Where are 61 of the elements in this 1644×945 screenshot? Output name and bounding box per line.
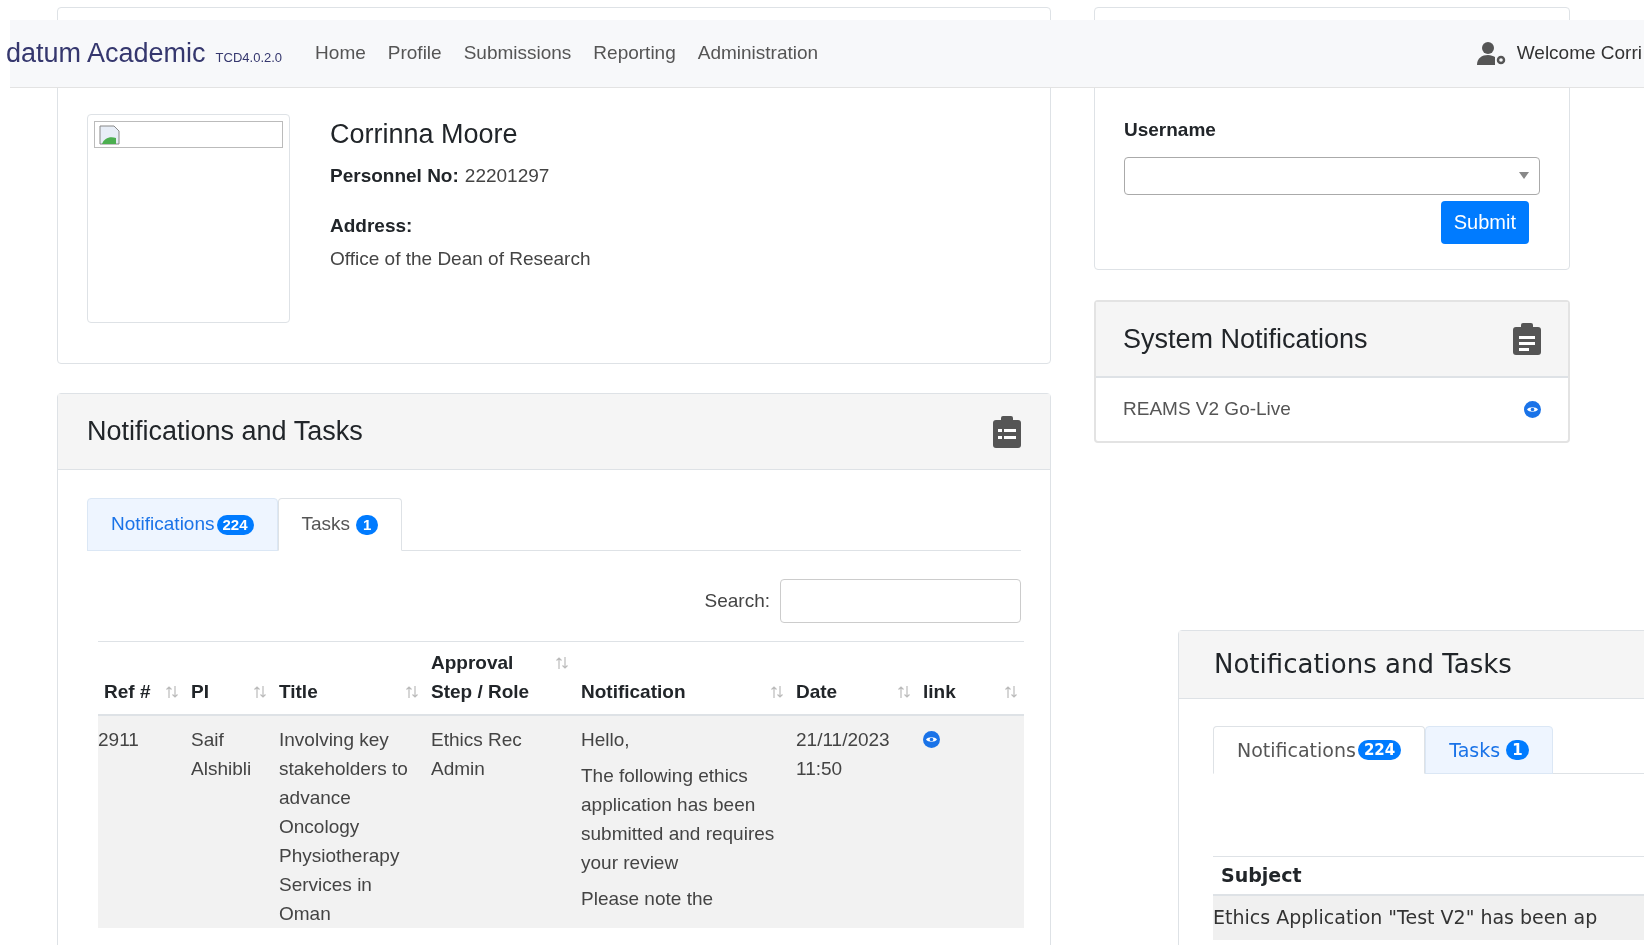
search-label: Search: xyxy=(704,588,770,613)
column-header[interactable]: Subject xyxy=(1221,864,1302,886)
count-badge: 1 xyxy=(1506,740,1529,760)
address-text: Office of the Dean of Research xyxy=(330,246,591,271)
sort-icon[interactable] xyxy=(253,685,267,699)
tab[interactable]: Tasks 1 xyxy=(277,498,403,551)
clipboard-list-icon xyxy=(993,415,1021,448)
view-icon[interactable] xyxy=(923,731,940,748)
nav-link[interactable]: Home xyxy=(315,39,366,68)
column-header[interactable]: Approval Step / Role xyxy=(431,648,555,706)
submit-button[interactable]: Submit xyxy=(1440,200,1529,244)
tab[interactable]: Notifications 224 xyxy=(87,498,278,551)
column-header[interactable]: Notification xyxy=(581,677,686,706)
notification-text: The following ethics application has been submitted and requires your review xyxy=(581,764,776,875)
username-select[interactable] xyxy=(1124,156,1540,195)
brand-title[interactable]: datum Academic xyxy=(6,33,206,74)
sort-icon[interactable] xyxy=(1004,685,1018,699)
version-label: TCD4.0.2.0 xyxy=(215,48,283,67)
search-field[interactable] xyxy=(780,579,1021,623)
table-cell-text: 21/11/2023 11:50 xyxy=(796,728,891,781)
personnel-label: Personnel No: xyxy=(330,163,459,188)
sort-icon[interactable] xyxy=(405,685,419,699)
card-title: Notifications and Tasks xyxy=(87,415,363,449)
table-cell-text: 2911 xyxy=(98,728,140,752)
notification-text: Hello, xyxy=(581,728,631,752)
sort-icon[interactable] xyxy=(770,685,784,699)
table-cell-text: Ethics Rec Admin xyxy=(431,728,523,781)
count-badge: 224 xyxy=(216,514,254,535)
table-cell: Ethics Application "Test V2" has been ap xyxy=(1213,895,1644,940)
nav-link[interactable]: Submissions xyxy=(463,39,572,68)
username-label: Username xyxy=(1124,118,1217,142)
column-header[interactable]: link xyxy=(923,677,956,706)
broken-image-icon xyxy=(99,124,121,145)
address-label: Address: xyxy=(330,214,414,239)
column-header[interactable]: Ref # xyxy=(104,677,151,706)
column-header[interactable]: Date xyxy=(796,677,838,706)
card-title: System Notifications xyxy=(1123,322,1368,356)
sort-icon[interactable] xyxy=(555,656,569,670)
dropdown-caret-icon xyxy=(1519,172,1529,179)
sort-icon[interactable] xyxy=(165,685,179,699)
personnel-number: 22201297 xyxy=(464,163,550,188)
column-header[interactable]: Title xyxy=(279,677,318,706)
count-badge: 1 xyxy=(356,514,379,535)
column-header[interactable]: PI xyxy=(191,677,209,706)
user-settings-icon[interactable] xyxy=(1476,40,1509,67)
clipboard-icon xyxy=(1513,323,1541,355)
sort-icon[interactable] xyxy=(897,685,911,699)
welcome-link[interactable]: Welcome Corri xyxy=(1516,39,1642,68)
notification-text: Please note the xyxy=(581,887,715,911)
nav-link[interactable]: Profile xyxy=(387,39,442,68)
tab[interactable]: Tasks 1 xyxy=(1425,726,1553,774)
card-title: Notifications and Tasks xyxy=(1214,648,1512,681)
tab[interactable]: Notifications 224 xyxy=(1213,726,1426,774)
table-cell-text: Involving key stakeholders to advance Oncology Physiotherapy Services in Oman xyxy=(279,728,409,926)
table-cell-text: Saif Alshibli xyxy=(191,728,253,781)
nav-link[interactable]: Reporting xyxy=(593,39,676,68)
nav-link[interactable]: Administration xyxy=(697,39,819,68)
person-name: Corrinna Moore xyxy=(330,118,519,151)
view-icon[interactable] xyxy=(1524,401,1541,418)
notification-item[interactable]: REAMS V2 Go-Live xyxy=(1123,395,1291,424)
count-badge: 224 xyxy=(1357,740,1402,760)
